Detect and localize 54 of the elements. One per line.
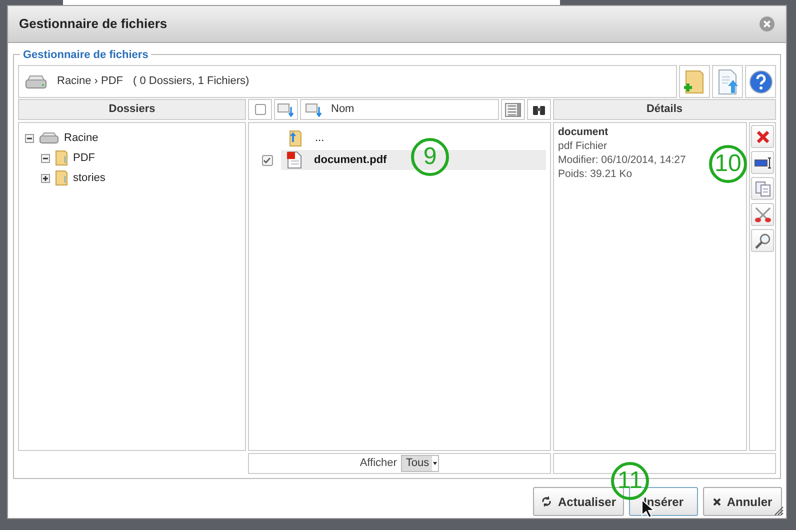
view-button[interactable] xyxy=(501,99,525,120)
collapse-toggle-icon[interactable] xyxy=(25,134,34,142)
toolbar-button[interactable] xyxy=(745,65,776,98)
expand-toggle-icon[interactable] xyxy=(41,174,50,182)
file-size: Poids: 39.21 Ko xyxy=(558,167,632,181)
magnifier-icon xyxy=(754,232,770,248)
folder-up-icon xyxy=(287,129,303,147)
close-icon[interactable] xyxy=(759,16,775,32)
drive-icon xyxy=(25,74,47,88)
caret-icon xyxy=(432,456,438,471)
tree-item[interactable]: PDF xyxy=(73,150,95,166)
dialog-button[interactable]: Actualiser xyxy=(533,487,624,516)
new-folder-icon xyxy=(682,68,706,94)
toolbar-button[interactable] xyxy=(712,65,743,98)
callout-number: 10 xyxy=(709,145,747,183)
file-type: pdf Fichier xyxy=(558,139,608,153)
sort-az-icon xyxy=(277,102,295,116)
help-icon xyxy=(748,70,772,94)
folder-icon xyxy=(55,170,68,186)
row-checkbox[interactable] xyxy=(262,154,272,166)
sort-az-icon xyxy=(305,102,323,116)
drive-icon xyxy=(39,132,59,144)
filter-label: Afficher xyxy=(360,456,397,472)
rename-icon xyxy=(754,156,772,168)
file-name: document xyxy=(558,125,608,139)
action-button[interactable] xyxy=(751,151,774,174)
sort-name-header[interactable]: Nom xyxy=(300,99,499,120)
sort-button[interactable] xyxy=(274,99,298,120)
select-all-checkbox[interactable] xyxy=(254,104,266,115)
action-button[interactable] xyxy=(751,229,774,252)
window-title: Gestionnaire de fichiers xyxy=(19,15,168,34)
scissors-icon xyxy=(754,206,772,222)
delete-icon xyxy=(756,130,770,144)
item-count: ( 0 Dossiers, 1 Fichiers) xyxy=(133,74,250,90)
pdf-file-icon xyxy=(287,151,302,169)
breadcrumb: Racine › PDF xyxy=(57,74,124,90)
filter-dropdown[interactable]: Tous xyxy=(400,455,440,472)
upload-file-icon xyxy=(716,68,738,94)
refresh-icon xyxy=(540,496,552,507)
column-header: Détails xyxy=(553,99,776,120)
resize-grip-icon[interactable] xyxy=(774,506,784,516)
search-button[interactable] xyxy=(527,99,551,120)
toolbar-button[interactable] xyxy=(679,65,710,98)
callout-number: 9 xyxy=(411,138,449,176)
tree-item[interactable]: Racine xyxy=(64,130,98,146)
column-header: Dossiers xyxy=(18,99,246,120)
copy-icon xyxy=(754,180,770,196)
tree-item[interactable]: stories xyxy=(73,170,106,186)
dialog-button[interactable]: Annuler xyxy=(703,487,782,516)
modified-date: Modifier: 06/10/2014, 14:27 xyxy=(558,153,686,167)
collapse-toggle-icon[interactable] xyxy=(41,154,50,162)
folder-icon xyxy=(55,150,68,166)
list-view-icon xyxy=(505,102,521,116)
close-icon xyxy=(712,498,721,506)
